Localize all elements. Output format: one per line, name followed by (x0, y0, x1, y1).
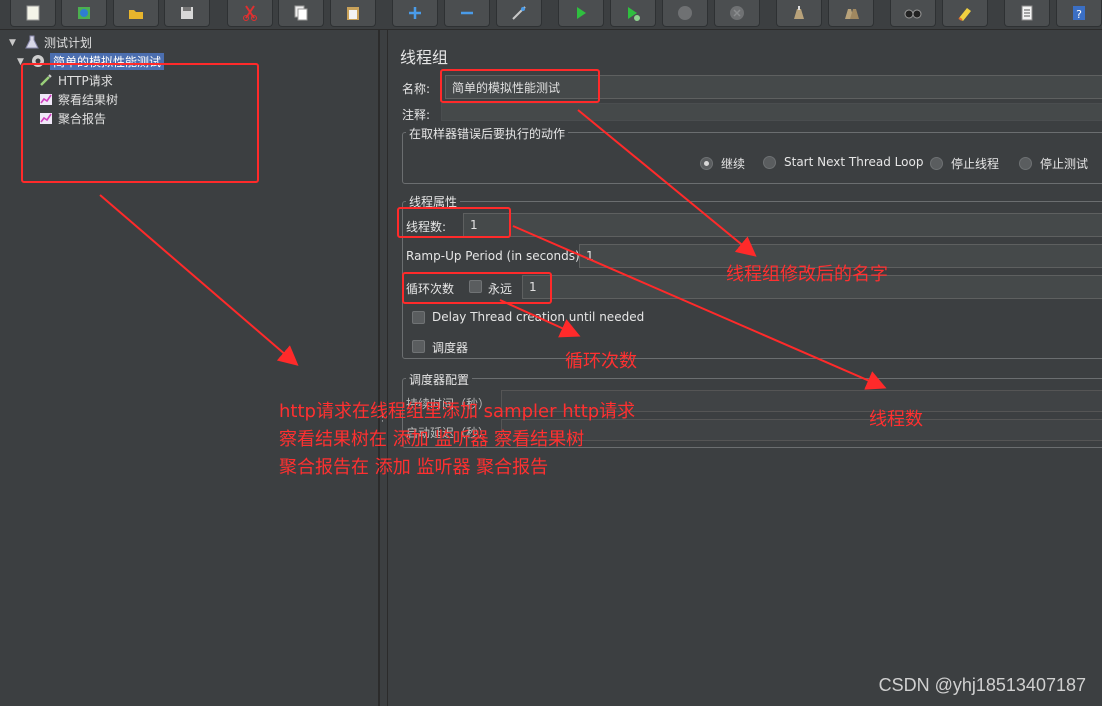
start-no-pause-button[interactable] (610, 0, 656, 27)
radio-continue[interactable]: 继续 (700, 155, 745, 172)
new-button[interactable] (10, 0, 56, 27)
radio-label: Start Next Thread Loop (784, 155, 924, 169)
toggle-icon (512, 6, 526, 20)
paste-button[interactable] (330, 0, 376, 27)
threads-field[interactable]: 1 (463, 213, 1102, 237)
help-icon: ? (1073, 6, 1085, 21)
annotation-loop-note: 循环次数 (565, 351, 637, 372)
save-button[interactable] (164, 0, 210, 27)
radio-stop-test[interactable]: 停止测试 (1019, 155, 1088, 172)
root-expander-icon[interactable]: ▼ (9, 38, 19, 48)
start-no-pause-icon (628, 7, 640, 21)
search-button[interactable] (890, 0, 936, 27)
radio-label: 停止测试 (1040, 157, 1089, 171)
templates-button[interactable] (61, 0, 107, 27)
expand-button[interactable] (392, 0, 438, 27)
comment-field[interactable] (441, 103, 1102, 121)
reset-search-button[interactable] (942, 0, 988, 27)
watermark: CSDN @yhj18513407187 (878, 675, 1086, 695)
collapse-button[interactable] (444, 0, 490, 27)
help-button[interactable]: ? (1056, 0, 1102, 27)
tree-node-test-plan[interactable]: 测试计划 (24, 33, 92, 51)
radio-stop-thread[interactable]: 停止线程 (930, 155, 999, 172)
delay-thread-label: Delay Thread creation until needed (432, 310, 645, 324)
open-icon (129, 10, 143, 19)
start-icon (577, 7, 586, 19)
panel-splitter[interactable] (379, 30, 388, 706)
clear-all-icon (845, 9, 859, 19)
clear-button[interactable] (776, 0, 822, 27)
annotation-box-name (440, 69, 600, 103)
collapse-icon (461, 11, 473, 15)
cut-icon (243, 5, 257, 21)
start-button[interactable] (558, 0, 604, 27)
copy-button[interactable] (278, 0, 324, 27)
open-button[interactable] (113, 0, 159, 27)
save-icon (181, 7, 193, 19)
cut-button[interactable] (227, 0, 273, 27)
tree-node-label: 测试计划 (44, 35, 93, 50)
shutdown-icon (730, 6, 744, 20)
clear-icon (794, 6, 804, 19)
comment-label: 注释: (402, 108, 431, 122)
annotation-instruction-3: 聚合报告在 添加 监听器 聚合报告 (279, 457, 549, 478)
svg-text:?: ? (1076, 8, 1082, 21)
search-icon (904, 9, 922, 19)
stop-button[interactable] (662, 0, 708, 27)
new-icon (26, 5, 40, 21)
radio-button-icon (700, 157, 713, 170)
function-helper-icon (1021, 5, 1033, 21)
error-action-title: 在取样器错误后要执行的动作 (406, 125, 569, 142)
shutdown-button[interactable] (714, 0, 760, 27)
annotation-name-note: 线程组修改后的名字 (726, 264, 888, 285)
rampup-label: Ramp-Up Period (in seconds): (406, 249, 584, 263)
annotation-box-loop (402, 272, 552, 304)
function-helper-button[interactable] (1004, 0, 1050, 27)
name-label: 名称: (402, 82, 431, 96)
clear-all-button[interactable] (828, 0, 874, 27)
annotation-instruction-2: 察看结果树在 添加 监听器 察看结果树 (279, 429, 585, 450)
expand-icon (409, 7, 421, 19)
templates-icon (78, 7, 90, 19)
radio-button-icon (1019, 157, 1032, 170)
radio-label: 继续 (721, 157, 746, 171)
annotation-box-tree-children (21, 63, 259, 183)
radio-start-next-loop[interactable]: Start Next Thread Loop (763, 155, 923, 169)
radio-label: 停止线程 (951, 157, 1000, 171)
toolbar: ? (0, 0, 1102, 30)
paste-icon (347, 7, 359, 20)
test-plan-icon (25, 35, 39, 49)
scheduler-checkbox[interactable] (412, 340, 425, 353)
reset-search-icon (958, 8, 971, 21)
delay-thread-checkbox[interactable] (412, 311, 425, 324)
radio-button-icon (930, 157, 943, 170)
stop-icon (678, 6, 692, 20)
radio-button-icon (763, 155, 776, 169)
page-title: 线程组 (400, 48, 449, 67)
toggle-button[interactable] (496, 0, 542, 27)
scheduler-label: 调度器 (432, 341, 469, 355)
scheduler-config-title: 调度器配置 (406, 371, 473, 388)
copy-icon (294, 5, 308, 21)
annotation-instruction-1: http请求在线程组里添加 sampler http请求 (279, 401, 636, 422)
annotation-threads-note: 线程数 (869, 409, 923, 430)
thread-group-panel: 线程组 名称: 简单的模拟性能测试 注释: 在取样器错误后要执行的动作 继续 S… (389, 30, 1102, 706)
annotation-box-threads (397, 207, 511, 238)
